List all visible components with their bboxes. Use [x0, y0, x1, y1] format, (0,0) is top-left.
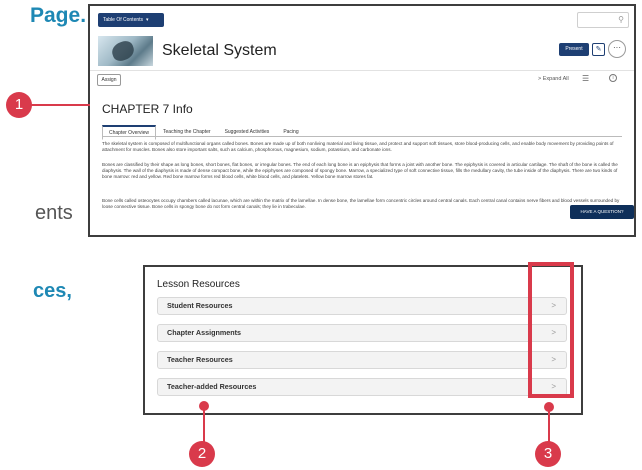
overview-paragraph: Bone cells called osteocytes occupy cham… [102, 198, 620, 210]
info-icon[interactable]: i [609, 74, 617, 82]
callout-2-leader-line [203, 410, 205, 444]
have-a-question-button[interactable]: HAVE A QUESTION? [570, 205, 634, 219]
resource-row-teacher-added[interactable]: Teacher-added Resources > [157, 378, 567, 396]
info-tabs: Chapter Overview Teaching the Chapter Su… [102, 125, 306, 140]
tab-chapter-overview[interactable]: Chapter Overview [102, 125, 157, 140]
course-page-screenshot: Table Of Contents ▾ ⚲ Skeletal System Pre… [88, 4, 636, 237]
tab-teaching-the-chapter[interactable]: Teaching the Chapter [156, 125, 218, 140]
resource-row-label: Teacher Resources [167, 355, 233, 364]
table-of-contents-button[interactable]: Table Of Contents ▾ [98, 13, 164, 27]
callout-2-badge: 2 [189, 441, 215, 467]
more-options-icon[interactable]: ··· [608, 40, 626, 58]
resource-row-teacher[interactable]: Teacher Resources > [157, 351, 567, 369]
resource-row-label: Student Resources [167, 301, 233, 310]
doc-text-ces: ces, [33, 280, 72, 302]
chapter-hero-image [98, 36, 153, 66]
lesson-resources-panel: Lesson Resources Student Resources > Cha… [143, 265, 583, 415]
chapter-info-heading: CHAPTER 7 Info [102, 102, 193, 116]
search-icon[interactable]: ⚲ [618, 15, 624, 24]
resource-row-label: Teacher-added Resources [167, 382, 257, 391]
callout-1-badge: 1 [6, 92, 32, 118]
page-title: Skeletal System [162, 42, 277, 59]
toc-label: Table Of Contents [103, 17, 144, 23]
list-view-icon[interactable]: ☰ [582, 74, 589, 83]
lesson-resources-title: Lesson Resources [157, 279, 240, 290]
tab-divider [102, 136, 622, 137]
doc-text-page: Page. [30, 4, 87, 27]
expand-all-link[interactable]: > Expand All [538, 76, 569, 82]
tab-pacing[interactable]: Pacing [276, 125, 305, 140]
resource-row-label: Chapter Assignments [167, 328, 242, 337]
callout-3-leader-line [548, 410, 550, 444]
chevron-highlight-box [528, 262, 574, 398]
present-button[interactable]: Present [559, 43, 589, 56]
doc-text-ents: ents [35, 202, 73, 224]
assign-button[interactable]: Assign [97, 74, 121, 86]
tab-suggested-activities[interactable]: Suggested Activities [218, 125, 277, 140]
edit-icon[interactable]: ✎ [592, 43, 605, 56]
overview-paragraph: Bones are classified by their shape as l… [102, 162, 618, 180]
resource-row-chapter-assignments[interactable]: Chapter Assignments > [157, 324, 567, 342]
header-divider [90, 70, 634, 71]
overview-paragraph: The skeletal system is composed of multi… [102, 141, 614, 153]
search-input[interactable]: ⚲ [577, 12, 629, 28]
callout-1-leader-line [31, 104, 90, 106]
callout-3-badge: 3 [535, 441, 561, 467]
resource-row-student[interactable]: Student Resources > [157, 297, 567, 315]
chevron-down-icon: ▾ [146, 17, 149, 23]
